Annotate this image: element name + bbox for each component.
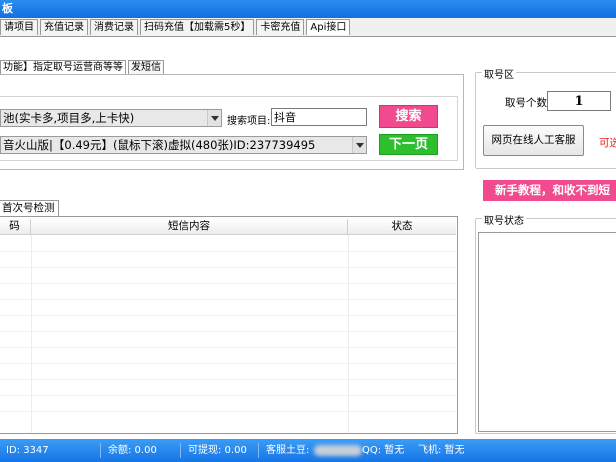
tab-consume-record[interactable]: 消费记录: [90, 19, 138, 35]
status-bar: ID: 3347 余额: 0.00 可提现: 0.00 客服土豆: QQ: 暂无…: [0, 439, 616, 462]
search-input[interactable]: [271, 108, 367, 126]
table-divider: [348, 235, 349, 433]
count-input[interactable]: [547, 91, 611, 111]
tab-api[interactable]: Api接口: [306, 19, 351, 35]
table-row: [0, 267, 455, 268]
column-header-status[interactable]: 状态: [348, 219, 456, 235]
tab-first-detect[interactable]: 首次号检测: [0, 200, 59, 216]
status-separator: [180, 443, 181, 458]
sms-table: 码 短信内容 状态: [0, 216, 458, 434]
chevron-down-icon: [352, 137, 366, 153]
search-label: 搜索项目:: [227, 116, 271, 127]
column-header-code[interactable]: 码: [0, 219, 31, 235]
status-id: ID: 3347: [6, 445, 49, 456]
table-row: [0, 251, 455, 252]
table-divider: [31, 235, 32, 433]
status-withdrawable: 可提现: 0.00: [188, 445, 247, 456]
status-plane: 飞机: 暂无: [418, 445, 465, 456]
next-page-button[interactable]: 下一页: [379, 134, 438, 155]
status-qq: QQ: 暂无: [362, 445, 405, 456]
table-row: [0, 347, 455, 348]
tab-function[interactable]: 功能】指定取号运营商等等: [0, 60, 126, 75]
table-row: [0, 411, 455, 412]
table-row: [0, 331, 455, 332]
tab-recharge-record[interactable]: 充值记录: [40, 19, 88, 35]
search-button[interactable]: 搜索: [379, 105, 438, 128]
column-header-sms[interactable]: 短信内容: [31, 219, 348, 235]
table-row: [0, 283, 455, 284]
pool-select[interactable]: 池(实卡多,项目多,上卡快): [0, 109, 222, 127]
table-row: [0, 363, 455, 364]
project-select-value: 音火山版|【0.49元】(鼠标下滚)虚拟(480张)ID:237739495: [3, 138, 316, 152]
status-textarea[interactable]: [478, 232, 616, 432]
tab-send-sms[interactable]: 发短信: [128, 60, 164, 75]
count-label: 取号个数: [505, 97, 547, 109]
status-separator: [100, 443, 101, 458]
table-row: [0, 299, 455, 300]
redacted-contact: [314, 445, 362, 456]
table-row: [0, 315, 455, 316]
sub-tab-bar: 功能】指定取号运营商等等 发短信: [0, 60, 166, 75]
status-group-title: 取号状态: [482, 212, 526, 227]
status-separator: [258, 443, 259, 458]
table-row: [0, 395, 455, 396]
top-tab-bar: 请项目 充值记录 消费记录 扫码充值【加载需5秒】 卡密充值 Api接口: [0, 19, 352, 37]
project-select[interactable]: 音火山版|【0.49元】(鼠标下滚)虚拟(480张)ID:237739495: [0, 136, 367, 154]
tutorial-banner[interactable]: 新手教程，和收不到短: [483, 180, 616, 201]
tab-card-recharge[interactable]: 卡密充值: [256, 19, 305, 35]
tab-scan-recharge[interactable]: 扫码充值【加载需5秒】: [140, 19, 255, 35]
table-row: [0, 379, 455, 380]
window-title: 板: [0, 0, 616, 18]
status-balance: 余额: 0.00: [108, 445, 157, 456]
optional-text: 可选: [599, 137, 616, 149]
status-service: 客服土豆:: [266, 445, 310, 456]
online-service-button[interactable]: 网页在线人工客服: [483, 125, 584, 156]
pool-select-value: 池(实卡多,项目多,上卡快): [3, 111, 135, 125]
chevron-down-icon: [207, 110, 221, 126]
tab-project[interactable]: 请项目: [0, 19, 38, 35]
take-number-group-title: 取号区: [482, 66, 516, 81]
